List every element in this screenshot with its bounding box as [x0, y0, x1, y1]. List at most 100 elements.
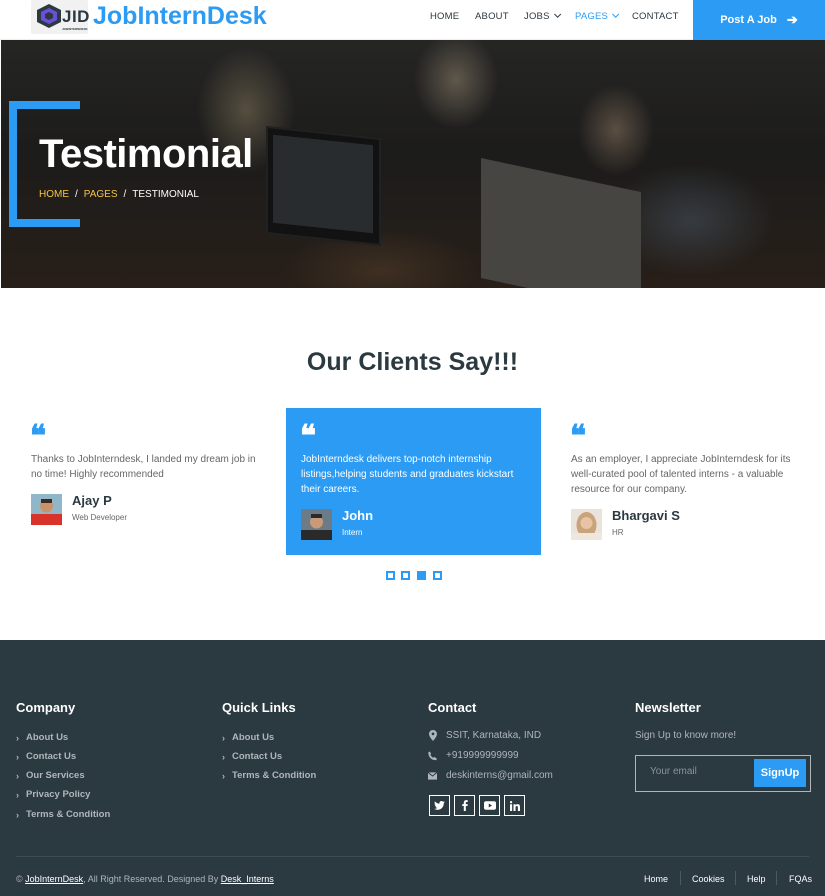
footer-nav-divider: [776, 871, 777, 885]
footer-nav-home[interactable]: Home: [644, 874, 668, 884]
post-job-button[interactable]: Post A Job ➔: [693, 0, 825, 40]
breadcrumb-pages[interactable]: PAGES: [84, 189, 118, 200]
page-title: Testimonial: [39, 132, 253, 176]
breadcrumb-separator: /: [75, 189, 78, 200]
contact-address-text: SSIT, Karnataka, IND: [446, 730, 542, 741]
footer-nav-divider: [680, 871, 681, 885]
testimonial-role: Intern: [342, 528, 363, 537]
footer-nav-fqas[interactable]: FQAs: [789, 874, 812, 884]
testimonial-text: Thanks to JobInterndesk, I landed my dre…: [31, 454, 256, 480]
footer-nav-help[interactable]: Help: [747, 874, 766, 884]
linkedin-icon[interactable]: [504, 795, 525, 816]
chevron-right-icon: ›: [16, 732, 19, 743]
carousel-dot-1[interactable]: [386, 571, 395, 580]
breadcrumb-home[interactable]: HOME: [39, 189, 69, 200]
designer-link[interactable]: Desk_Interns: [221, 874, 274, 884]
testimonial-text: JobInterndesk delivers top-notch interns…: [301, 454, 514, 495]
footer-link[interactable]: › Contact Us: [16, 751, 76, 762]
nav-pages-label: PAGES: [575, 11, 609, 22]
logo-text: JID: [62, 7, 90, 26]
arrow-right-icon: ➔: [786, 12, 798, 27]
nav-about[interactable]: ABOUT: [475, 11, 509, 22]
footer-link[interactable]: › Terms & Condition: [222, 770, 316, 781]
chevron-right-icon: ›: [222, 770, 225, 781]
copyright-symbol: ©: [16, 874, 23, 884]
chevron-right-icon: ›: [16, 809, 19, 820]
footer-link-label: About Us: [232, 732, 275, 743]
quote-icon: ❝: [570, 419, 586, 454]
breadcrumb-current: TESTIMONIAL: [132, 189, 199, 200]
footer-nav-cookies[interactable]: Cookies: [692, 874, 725, 884]
footer-link-label: Contact Us: [26, 751, 77, 762]
carousel-dot-2[interactable]: [401, 571, 410, 580]
newsletter-subtitle: Sign Up to know more!: [635, 730, 737, 741]
footer-newsletter-title: Newsletter: [635, 700, 701, 715]
footer-contact-title: Contact: [428, 700, 477, 715]
nav-contact[interactable]: CONTACT: [632, 11, 679, 22]
avatar: [571, 509, 602, 540]
quote-icon: ❝: [30, 419, 46, 454]
testimonial-name: Bhargavi S: [612, 508, 680, 523]
nav-pages[interactable]: PAGES: [575, 10, 620, 22]
footer-link[interactable]: › About Us: [222, 732, 274, 743]
testimonial-card-active: ❝ JobInterndesk delivers top-notch inter…: [286, 408, 541, 555]
copyright-site-link[interactable]: JobInternDesk: [25, 874, 83, 884]
footer-link-label: Privacy Policy: [26, 789, 91, 800]
breadcrumb: HOME / PAGES / TESTIMONIAL: [39, 189, 199, 200]
footer-nav-divider: [735, 871, 736, 885]
footer-divider: [16, 856, 809, 857]
logo-subtext: JOBINTERNDESK: [62, 27, 88, 31]
contact-address: SSIT, Karnataka, IND: [428, 730, 541, 741]
footer-link[interactable]: › Our Services: [16, 770, 85, 781]
testimonial-card: ❝ Thanks to JobInterndesk, I landed my d…: [16, 408, 271, 555]
breadcrumb-separator: /: [123, 189, 127, 200]
testimonial-text: As an employer, I appreciate JobInternde…: [571, 454, 791, 495]
nav-jobs[interactable]: JOBS: [524, 10, 561, 22]
footer-link-label: About Us: [26, 732, 69, 743]
carousel-dot-4[interactable]: [433, 571, 442, 580]
logo-mark-icon: [37, 4, 61, 28]
nav-jobs-label: JOBS: [524, 11, 550, 22]
facebook-icon[interactable]: [454, 795, 475, 816]
avatar: [301, 509, 332, 540]
copyright-text: , All Right Reserved. Designed By: [83, 874, 219, 884]
footer-link-label: Terms & Condition: [26, 809, 111, 820]
envelope-icon: [428, 771, 437, 780]
testimonial-role: HR: [612, 528, 624, 537]
testimonial-card: ❝ As an employer, I appreciate JobIntern…: [556, 408, 811, 555]
phone-icon: [428, 751, 437, 761]
footer-company-title: Company: [16, 700, 76, 715]
chevron-right-icon: ›: [16, 751, 19, 762]
quote-icon: ❝: [300, 419, 316, 454]
twitter-icon[interactable]: [429, 795, 450, 816]
contact-phone: +919999999999: [428, 750, 519, 761]
post-job-label: Post A Job: [720, 14, 777, 26]
navbar: JID JOBINTERNDESK JobInternDesk HOME ABO…: [0, 0, 825, 40]
testimonials-heading: Our Clients Say!!!: [306, 348, 519, 376]
footer: Company › About Us › Contact Us › Our Servi…: [0, 640, 825, 896]
contact-phone-text: +919999999999: [446, 750, 519, 761]
map-marker-icon: [428, 730, 437, 741]
contact-email-text: deskinterns@gmail.com: [446, 770, 553, 781]
carousel-dot-3[interactable]: [417, 571, 426, 580]
footer-link-label: Our Services: [26, 770, 85, 781]
chevron-down-icon: [612, 10, 620, 18]
footer-quicklinks-title: Quick Links: [222, 700, 296, 715]
signup-button[interactable]: SignUp: [754, 759, 806, 787]
footer-link[interactable]: › Contact Us: [222, 751, 282, 762]
testimonial-role: Web Developer: [72, 513, 127, 522]
nav-home[interactable]: HOME: [430, 11, 459, 22]
youtube-icon[interactable]: [479, 795, 500, 816]
brand-name[interactable]: JobInternDesk: [93, 2, 267, 31]
testimonial-name: John: [342, 508, 374, 523]
chevron-right-icon: ›: [222, 751, 225, 762]
footer-link[interactable]: › Terms & Condition: [16, 809, 110, 820]
avatar: [31, 494, 62, 525]
chevron-right-icon: ›: [222, 732, 225, 743]
testimonial-name: Ajay P: [72, 493, 112, 508]
footer-link-label: Terms & Condition: [232, 770, 317, 781]
newsletter-email-input[interactable]: Your email: [650, 766, 697, 777]
footer-link[interactable]: › About Us: [16, 732, 68, 743]
footer-link[interactable]: › Privacy Policy: [16, 789, 90, 800]
footer-link-label: Contact Us: [232, 751, 283, 762]
